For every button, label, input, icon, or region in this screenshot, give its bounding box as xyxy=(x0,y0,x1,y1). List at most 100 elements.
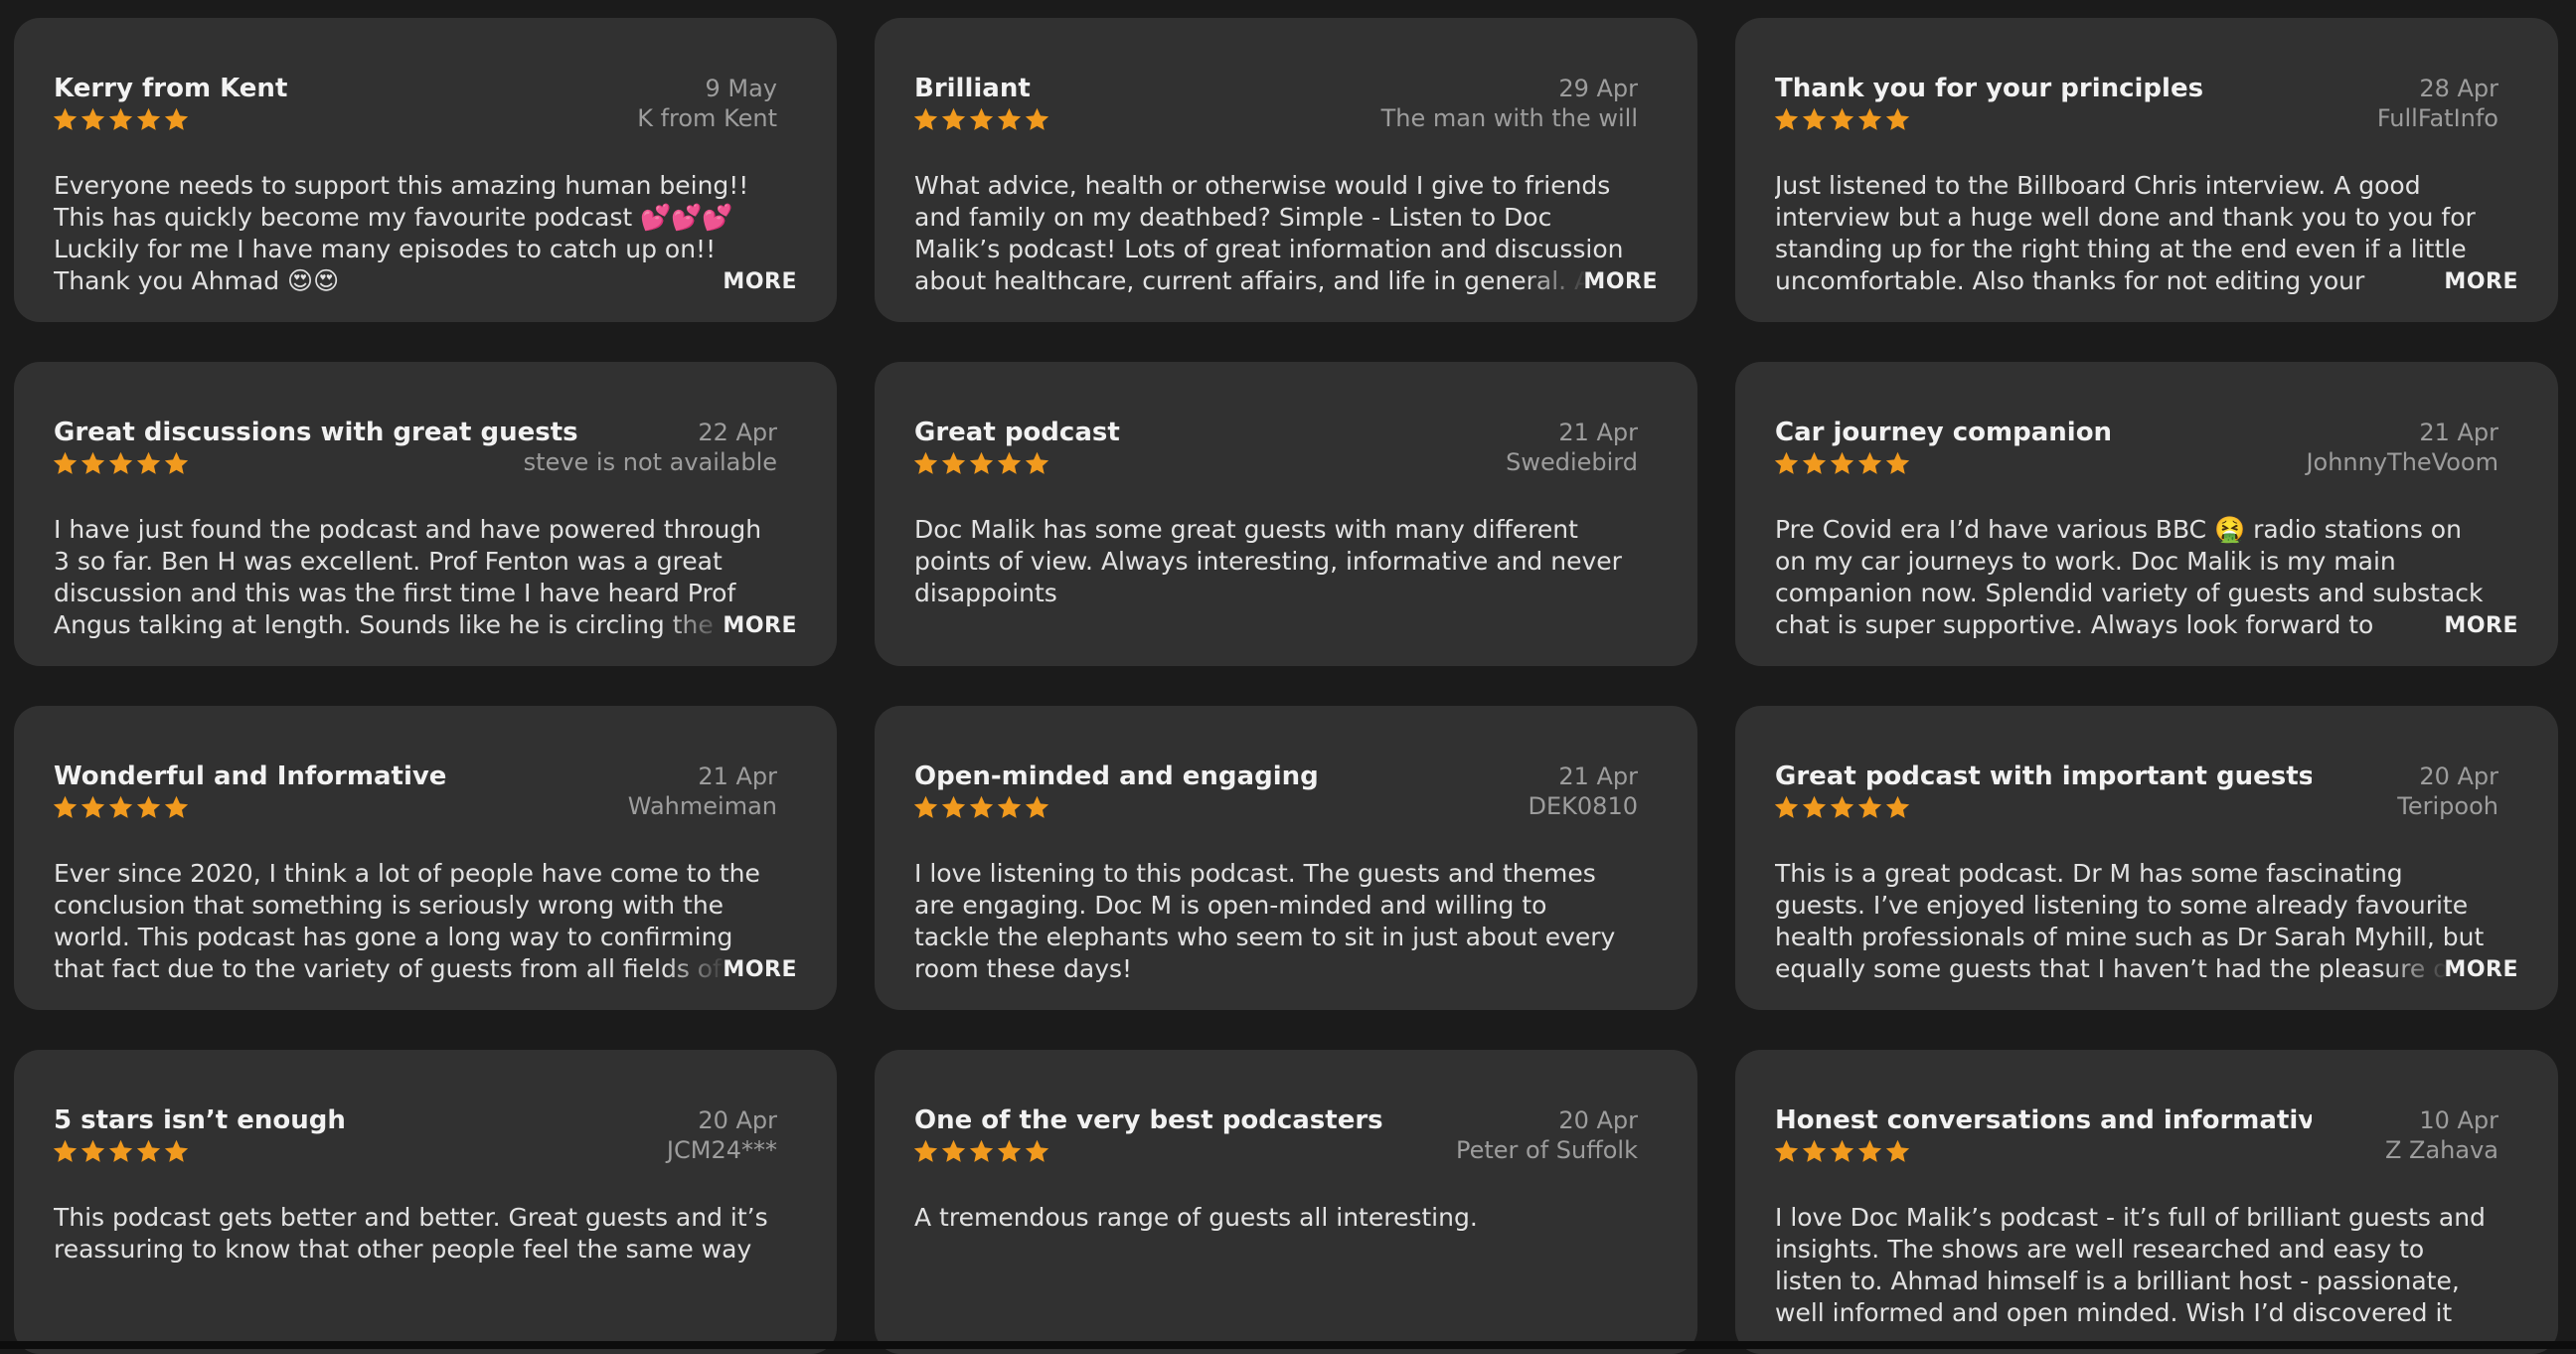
star-icon xyxy=(1885,1139,1910,1162)
star-icon xyxy=(164,795,189,818)
star-icon xyxy=(1774,1139,1799,1162)
star-icon xyxy=(913,1139,938,1162)
review-date: 21 Apr xyxy=(698,762,777,790)
star-icon xyxy=(1774,795,1799,818)
reviews-grid: Kerry from Kent 9 May K from Kent Everyone … xyxy=(0,0,2576,1354)
review-date: 20 Apr xyxy=(1558,1106,1638,1134)
star-icon xyxy=(969,107,994,130)
review-body: Doc Malik has some great guests with man… xyxy=(914,515,1622,607)
star-icon xyxy=(1025,451,1049,474)
review-card[interactable]: Brilliant 29 Apr The man with the will What… xyxy=(875,18,1697,322)
review-author: K from Kent xyxy=(637,104,777,132)
more-button[interactable]: MORE xyxy=(2444,269,2518,294)
review-date: 10 Apr xyxy=(2419,1106,2498,1134)
star-icon xyxy=(997,1139,1022,1162)
review-author: Peter of Suffolk xyxy=(1455,1136,1638,1164)
star-icon xyxy=(913,795,938,818)
star-icon xyxy=(80,107,105,130)
star-icon xyxy=(1885,107,1910,130)
review-title: Honest conversations and informative xyxy=(1775,1105,2312,1135)
review-card[interactable]: One of the very best podcasters 20 Apr Pet… xyxy=(875,1050,1697,1354)
review-author: FullFatInfo xyxy=(2376,104,2498,132)
review-title: Great podcast xyxy=(914,418,1120,447)
review-date: 28 Apr xyxy=(2419,75,2498,102)
star-rating xyxy=(912,1138,1050,1165)
review-card[interactable]: Kerry from Kent 9 May K from Kent Everyone … xyxy=(14,18,837,322)
star-icon xyxy=(1830,451,1854,474)
review-title: Wonderful and Informative xyxy=(54,762,447,791)
more-button[interactable]: MORE xyxy=(723,269,797,294)
review-date: 22 Apr xyxy=(698,419,777,446)
review-title: Great discussions with great guests xyxy=(54,418,578,447)
review-body: Just listened to the Billboard Chris int… xyxy=(1775,171,2476,299)
review-author: JCM24*** xyxy=(666,1136,777,1164)
star-icon xyxy=(108,1139,133,1162)
star-icon xyxy=(1802,451,1827,474)
review-body: I love Doc Malik’s podcast - it’s full o… xyxy=(1775,1203,2486,1331)
review-title: One of the very best podcasters xyxy=(914,1105,1383,1135)
star-icon xyxy=(136,107,161,130)
star-icon xyxy=(969,1139,994,1162)
star-rating xyxy=(912,450,1050,477)
star-icon xyxy=(1774,107,1799,130)
review-card[interactable]: Wonderful and Informative 21 Apr Wahmeiman… xyxy=(14,706,837,1010)
star-rating xyxy=(1773,1138,1911,1165)
star-rating xyxy=(52,106,190,133)
star-rating xyxy=(912,106,1050,133)
review-author: DEK0810 xyxy=(1528,792,1638,820)
star-icon xyxy=(53,451,78,474)
star-icon xyxy=(1025,1139,1049,1162)
review-card[interactable]: Great podcast with important guests 20 Ap… xyxy=(1735,706,2558,1010)
review-author: The man with the will xyxy=(1380,104,1638,132)
more-button[interactable]: MORE xyxy=(2444,957,2518,982)
star-icon xyxy=(969,451,994,474)
star-icon xyxy=(53,107,78,130)
review-card[interactable]: Great discussions with great guests 22 Ap… xyxy=(14,362,837,666)
review-date: 20 Apr xyxy=(2419,762,2498,790)
star-icon xyxy=(1857,451,1882,474)
star-rating xyxy=(1773,794,1911,821)
review-body: Everyone needs to support this amazing h… xyxy=(54,171,749,295)
review-date: 20 Apr xyxy=(698,1106,777,1134)
review-body: This podcast gets better and better. Gre… xyxy=(54,1203,768,1264)
star-icon xyxy=(1857,107,1882,130)
review-card[interactable]: 5 stars isn’t enough 20 Apr JCM24*** This p… xyxy=(14,1050,837,1354)
review-card[interactable]: Thank you for your principles 28 Apr FullF… xyxy=(1735,18,2558,322)
more-button[interactable]: MORE xyxy=(723,957,797,982)
star-icon xyxy=(1830,107,1854,130)
review-card[interactable]: Honest conversations and informative 10 A… xyxy=(1735,1050,2558,1354)
star-icon xyxy=(1802,1139,1827,1162)
star-icon xyxy=(1857,795,1882,818)
star-icon xyxy=(941,1139,966,1162)
star-icon xyxy=(80,795,105,818)
star-icon xyxy=(108,795,133,818)
review-date: 29 Apr xyxy=(1558,75,1638,102)
star-icon xyxy=(136,451,161,474)
more-button[interactable]: MORE xyxy=(1583,269,1658,294)
star-icon xyxy=(164,1139,189,1162)
star-rating xyxy=(52,450,190,477)
review-card[interactable]: Great podcast 21 Apr Swediebird Doc Malik h… xyxy=(875,362,1697,666)
review-body: This is a great podcast. Dr M has some f… xyxy=(1775,859,2485,987)
star-icon xyxy=(53,795,78,818)
star-icon xyxy=(80,451,105,474)
review-card[interactable]: Open-minded and engaging 21 Apr DEK0810 I l… xyxy=(875,706,1697,1010)
review-author: steve is not available xyxy=(523,448,777,476)
star-icon xyxy=(136,795,161,818)
star-icon xyxy=(1774,451,1799,474)
review-card[interactable]: Car journey companion 21 Apr JohnnyTheVoom… xyxy=(1735,362,2558,666)
star-rating xyxy=(1773,106,1911,133)
review-body: What advice, health or otherwise would I… xyxy=(914,171,1624,299)
star-icon xyxy=(108,451,133,474)
star-rating xyxy=(912,794,1050,821)
review-author: Z Zahava xyxy=(2384,1136,2498,1164)
star-icon xyxy=(913,451,938,474)
star-icon xyxy=(941,451,966,474)
star-icon xyxy=(53,1139,78,1162)
star-icon xyxy=(969,795,994,818)
star-icon xyxy=(1830,795,1854,818)
star-icon xyxy=(997,795,1022,818)
more-button[interactable]: MORE xyxy=(2444,613,2518,638)
review-author: Swediebird xyxy=(1506,448,1638,476)
more-button[interactable]: MORE xyxy=(723,613,797,638)
